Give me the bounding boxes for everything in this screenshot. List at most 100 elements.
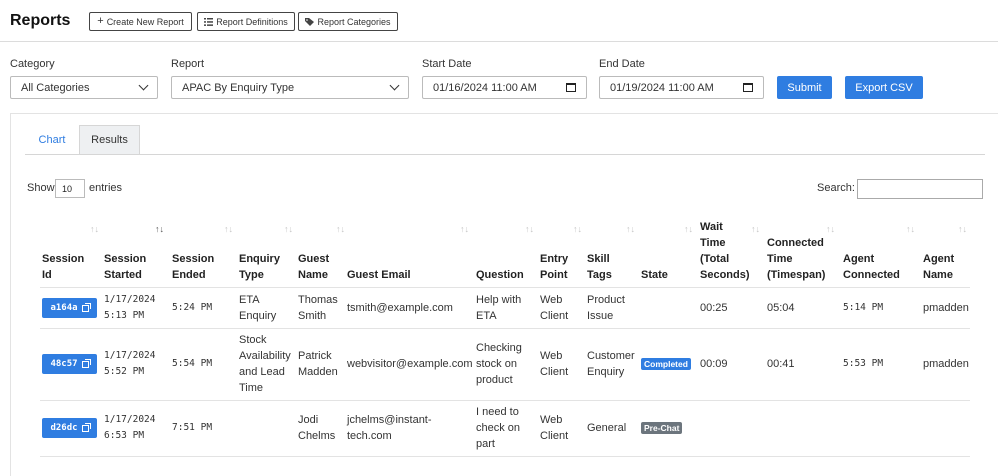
column-header[interactable]: Session Id: [42, 251, 102, 283]
column-header[interactable]: Wait Time (Total Seconds): [700, 219, 766, 283]
column-header[interactable]: Agent Connected: [843, 251, 921, 283]
cell-line: 5:24 PM: [172, 302, 213, 313]
cell-line: 1/17/2024: [104, 294, 156, 305]
column-header[interactable]: Skill Tags: [587, 251, 640, 283]
column-header-line: Session: [42, 253, 85, 265]
header-divider: [0, 41, 998, 42]
column-header[interactable]: Enquiry Type: [239, 251, 297, 283]
cell-line: 5:14 PM: [843, 302, 884, 313]
session-id-button[interactable]: d26dc: [42, 418, 97, 438]
calendar-icon[interactable]: [743, 83, 753, 92]
column-header-line: Agent: [843, 253, 875, 265]
column-header[interactable]: Session Ended: [172, 251, 238, 283]
submit-button[interactable]: Submit: [777, 76, 832, 99]
column-header-line: Connected: [767, 237, 824, 249]
cell-agent-connected: 5:14 PM: [843, 300, 927, 316]
tab-divider: [25, 154, 985, 155]
sort-icon[interactable]: ↑↓: [525, 224, 534, 234]
column-header-line: Skill: [587, 253, 610, 265]
export-csv-button[interactable]: Export CSV: [845, 76, 923, 99]
column-header[interactable]: Guest Email: [347, 267, 475, 283]
column-header-line: Enquiry: [239, 253, 280, 265]
sort-icon[interactable]: ↑↓: [626, 224, 635, 234]
tab-results[interactable]: Results: [79, 125, 140, 154]
sort-icon[interactable]: ↑↓: [336, 224, 345, 234]
cell-line: Issue: [587, 310, 614, 322]
cell-guest-name: Jodi Chelms: [298, 412, 352, 444]
cell-line: 5:52 PM: [104, 366, 145, 377]
column-header[interactable]: Agent Name: [923, 251, 983, 283]
header-divider: [40, 287, 970, 288]
report-select-value: APAC By Enquiry Type: [182, 81, 295, 94]
column-header[interactable]: Connected Time (Timespan): [767, 235, 841, 283]
cell-wait-time: 00:25: [700, 300, 772, 316]
cell-line: Client: [540, 366, 569, 378]
column-header[interactable]: Session Started: [104, 251, 170, 283]
cell-session-ended: 5:54 PM: [172, 356, 244, 372]
cell-line: stock on: [476, 358, 517, 370]
cell-line: pmadden: [923, 302, 969, 314]
column-header[interactable]: Entry Point: [540, 251, 586, 283]
cell-line: 00:25: [700, 302, 728, 314]
sort-icon[interactable]: ↑↓: [826, 224, 835, 234]
sort-icon[interactable]: ↑↓: [573, 224, 582, 234]
column-header-line: Connected: [843, 269, 900, 281]
create-report-label: Create New Report: [106, 16, 184, 27]
cell-skill-tags: Customer Enquiry: [587, 348, 646, 380]
cell-session-ended: 5:24 PM: [172, 300, 244, 316]
cell-line: Availability: [239, 350, 291, 362]
report-categories-label: Report Categories: [317, 16, 391, 27]
cell-line: Time: [239, 382, 264, 394]
sort-icon[interactable]: ↑↓: [460, 224, 469, 234]
entries-select[interactable]: 10: [55, 179, 85, 198]
cell-entry-point: Web Client: [540, 292, 592, 324]
session-id-button[interactable]: a164a: [42, 298, 97, 318]
cell-line: Help with: [476, 294, 522, 306]
cell-session-ended: 7:51 PM: [172, 420, 244, 436]
cell-line: 1/17/2024: [104, 414, 156, 425]
start-date-input[interactable]: 01/16/2024 11:00 AM: [422, 76, 587, 99]
cell-line: tech.com: [347, 430, 392, 442]
column-header[interactable]: Guest Name: [298, 251, 346, 283]
cell-connected-time: 00:41: [767, 356, 847, 372]
column-header-line: (Timespan): [767, 269, 826, 281]
cell-session-started: 1/17/2024 6:53 PM: [104, 412, 176, 444]
sort-icon[interactable]: ↑↓: [906, 224, 915, 234]
cell-line: 00:09: [700, 358, 728, 370]
cell-guest-name: Thomas Smith: [298, 292, 352, 324]
search-input[interactable]: [857, 179, 983, 199]
column-header-line: Ended: [172, 269, 206, 281]
column-header[interactable]: State: [641, 267, 699, 283]
cell-line: Client: [540, 310, 569, 322]
external-link-icon: [81, 302, 91, 312]
category-select[interactable]: All Categories: [10, 76, 158, 99]
sort-icon[interactable]: ↑↓: [155, 224, 164, 234]
cell-agent-connected: 5:53 PM: [843, 356, 927, 372]
create-report-button[interactable]: + Create New Report: [89, 12, 192, 31]
column-header-line: Point: [540, 269, 568, 281]
end-date-label: End Date: [599, 58, 645, 70]
report-select[interactable]: APAC By Enquiry Type: [171, 76, 409, 99]
cell-line: Enquiry: [587, 366, 625, 378]
column-header[interactable]: Question: [476, 267, 538, 283]
cell-connected-time: 05:04: [767, 300, 847, 316]
column-header-line: Time: [700, 237, 726, 249]
cell-agent-name: pmadden: [923, 300, 989, 316]
cell-line: Jodi: [298, 414, 319, 426]
report-label: Report: [171, 58, 205, 70]
end-date-input[interactable]: 01/19/2024 11:00 AM: [599, 76, 764, 99]
cell-line: Product: [587, 294, 625, 306]
tab-chart[interactable]: Chart: [27, 125, 77, 154]
column-header-line: Session: [172, 253, 215, 265]
sort-icon[interactable]: ↑↓: [284, 224, 293, 234]
session-id-button[interactable]: 48c57: [42, 354, 97, 374]
report-definitions-button[interactable]: Report Definitions: [197, 12, 295, 31]
calendar-icon[interactable]: [566, 83, 576, 92]
sort-icon[interactable]: ↑↓: [90, 224, 99, 234]
report-categories-button[interactable]: Report Categories: [298, 12, 398, 31]
sort-icon[interactable]: ↑↓: [958, 224, 967, 234]
external-link-icon: [81, 358, 91, 368]
sort-icon[interactable]: ↑↓: [224, 224, 233, 234]
cell-guest-name: Patrick Madden: [298, 348, 352, 380]
sort-icon[interactable]: ↑↓: [684, 224, 693, 234]
